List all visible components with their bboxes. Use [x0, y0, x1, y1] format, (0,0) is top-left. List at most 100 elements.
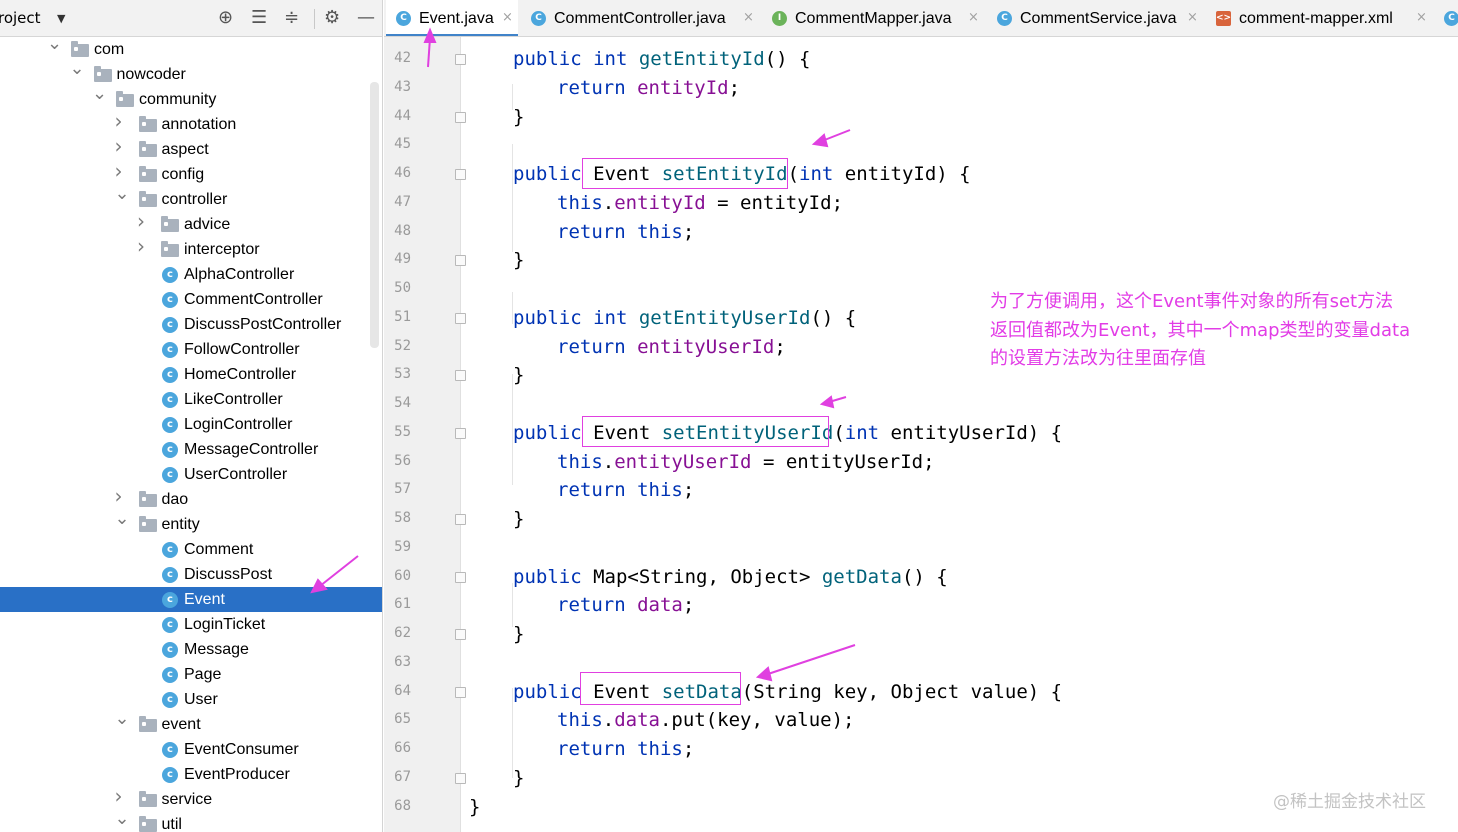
code-token: ; — [682, 479, 695, 502]
chevron-right-icon[interactable]: › — [137, 211, 149, 231]
tree-folder[interactable]: ⌄ community — [0, 85, 382, 112]
editor-tab[interactable]: C CommentService.java × — [987, 0, 1203, 36]
chevron-right-icon[interactable]: › — [137, 236, 149, 256]
chevron-right-icon[interactable]: › — [115, 111, 127, 131]
tree-folder[interactable]: › annotation — [0, 111, 382, 137]
tree-class-item[interactable]: c DiscussPost — [0, 562, 382, 587]
tree-class-item[interactable]: c DiscussPostController — [0, 312, 382, 337]
tree-folder[interactable]: ⌄ com — [0, 35, 382, 62]
editor-tab[interactable]: I CommentMapper.java × — [762, 0, 984, 36]
chevron-down-icon[interactable]: ▼ — [57, 12, 65, 25]
tree-folder[interactable]: › service — [0, 786, 382, 812]
tree-class-item[interactable]: c EventProducer — [0, 762, 382, 787]
code-line[interactable]: } — [469, 795, 480, 819]
highlight-box-setData — [580, 672, 741, 705]
tree-class-item[interactable]: c Comment — [0, 537, 382, 562]
editor-tab[interactable]: <> comment-mapper.xml × — [1206, 0, 1432, 36]
line-number: 51 — [394, 308, 411, 325]
chevron-down-icon[interactable]: ⌄ — [115, 810, 130, 828]
close-icon[interactable]: × — [1416, 10, 1427, 25]
close-icon[interactable]: × — [743, 10, 754, 25]
code-line[interactable]: return data; — [557, 593, 694, 617]
editor-tab[interactable]: C — [1434, 0, 1458, 36]
code-line[interactable]: public int getEntityUserId() { — [513, 306, 856, 330]
tree-class-item[interactable]: c CommentController — [0, 287, 382, 312]
tree-folder[interactable]: › dao — [0, 486, 382, 512]
code-line[interactable]: } — [513, 622, 524, 646]
tree-folder[interactable]: ⌄ entity — [0, 510, 382, 537]
tree-folder[interactable]: ⌄ event — [0, 710, 382, 737]
chevron-down-icon[interactable]: ⌄ — [92, 85, 107, 103]
code-line[interactable]: return entityUserId; — [557, 335, 786, 359]
line-number: 68 — [394, 797, 411, 814]
tree-node-label: LoginController — [184, 416, 293, 433]
code-line[interactable]: } — [513, 507, 524, 531]
code-token: ; — [728, 76, 741, 99]
close-icon[interactable]: × — [1187, 10, 1198, 25]
code-line[interactable]: return this; — [557, 220, 694, 244]
tree-class-item[interactable]: c Page — [0, 662, 382, 687]
tab-label: CommentMapper.java — [795, 10, 952, 27]
tree-class-item[interactable]: c MessageController — [0, 437, 382, 462]
tree-class-item[interactable]: c LoginTicket — [0, 612, 382, 637]
code-line[interactable]: } — [513, 363, 524, 387]
tree-folder[interactable]: › advice — [0, 211, 382, 237]
tree-class-item[interactable]: c Message — [0, 637, 382, 662]
chevron-right-icon[interactable]: › — [115, 786, 127, 806]
code-token: } — [513, 623, 525, 645]
tab-label: Event.java — [419, 10, 494, 27]
tree-folder[interactable]: ⌄ util — [0, 810, 382, 832]
tree-folder[interactable]: ⌄ controller — [0, 185, 382, 212]
code-line[interactable]: this.entityUserId = entityUserId; — [557, 450, 935, 474]
chevron-right-icon[interactable]: › — [115, 161, 127, 181]
project-panel-title[interactable]: roject — [0, 9, 41, 27]
code-line[interactable]: public int getEntityId() { — [513, 47, 810, 71]
tree-class-item[interactable]: c User — [0, 687, 382, 712]
chevron-down-icon[interactable]: ⌄ — [70, 60, 85, 78]
tree-folder[interactable]: › config — [0, 161, 382, 187]
chevron-down-icon[interactable]: ⌄ — [115, 510, 130, 528]
collapse-all-icon[interactable]: ≑ — [284, 8, 299, 28]
code-line[interactable]: } — [513, 248, 524, 272]
code-line[interactable]: public Map<String, Object> getData() { — [513, 565, 948, 589]
gear-icon[interactable]: ⚙ — [324, 8, 340, 28]
tree-class-item[interactable]: c UserController — [0, 462, 382, 487]
code-line[interactable]: return this; — [557, 737, 694, 761]
tree-folder[interactable]: › interceptor — [0, 236, 382, 262]
expand-all-icon[interactable]: ☰ — [251, 8, 267, 28]
folder-icon — [138, 516, 157, 532]
tree-class-item[interactable]: c LoginController — [0, 412, 382, 437]
chevron-right-icon[interactable]: › — [115, 486, 127, 506]
tree-class-item[interactable]: c EventConsumer — [0, 737, 382, 762]
chevron-down-icon[interactable]: ⌄ — [47, 35, 62, 53]
tree-class-item[interactable]: c FollowController — [0, 337, 382, 362]
tree-scrollbar[interactable] — [370, 82, 379, 348]
tree-class-item[interactable]: c HomeController — [0, 362, 382, 387]
editor-tab[interactable]: C Event.java × — [386, 0, 518, 36]
close-icon[interactable]: × — [502, 10, 513, 25]
tree-class-item[interactable]: c AlphaController — [0, 262, 382, 287]
indent-guide — [512, 374, 513, 485]
tree-class-item[interactable]: c LikeController — [0, 387, 382, 412]
minimize-icon[interactable]: — — [357, 8, 375, 28]
line-number: 58 — [394, 510, 411, 526]
chevron-down-icon[interactable]: ⌄ — [115, 185, 130, 203]
annotation-line: 为了方便调用，这个Event事件对象的所有set方法 — [990, 291, 1394, 312]
line-number: 46 — [394, 165, 411, 181]
code-line[interactable]: this.data.put(key, value); — [557, 708, 854, 732]
editor-tab[interactable]: C CommentController.java × — [521, 0, 759, 36]
code-line[interactable]: } — [513, 766, 524, 790]
crosshair-icon[interactable]: ⊕ — [218, 8, 233, 28]
code-line[interactable]: return entityId; — [557, 76, 740, 100]
watermark: @稀土掘金技术社区 — [1273, 792, 1426, 812]
close-icon[interactable]: × — [968, 10, 979, 25]
code-token: . — [602, 450, 615, 473]
tree-class-item[interactable]: c Event — [0, 587, 382, 612]
code-line[interactable]: } — [513, 105, 524, 129]
tree-folder[interactable]: › aspect — [0, 136, 382, 162]
tree-folder[interactable]: ⌄ nowcoder — [0, 60, 382, 87]
chevron-down-icon[interactable]: ⌄ — [115, 710, 130, 728]
code-line[interactable]: this.entityId = entityId; — [557, 191, 843, 215]
chevron-right-icon[interactable]: › — [115, 136, 127, 156]
code-line[interactable]: return this; — [557, 478, 694, 502]
